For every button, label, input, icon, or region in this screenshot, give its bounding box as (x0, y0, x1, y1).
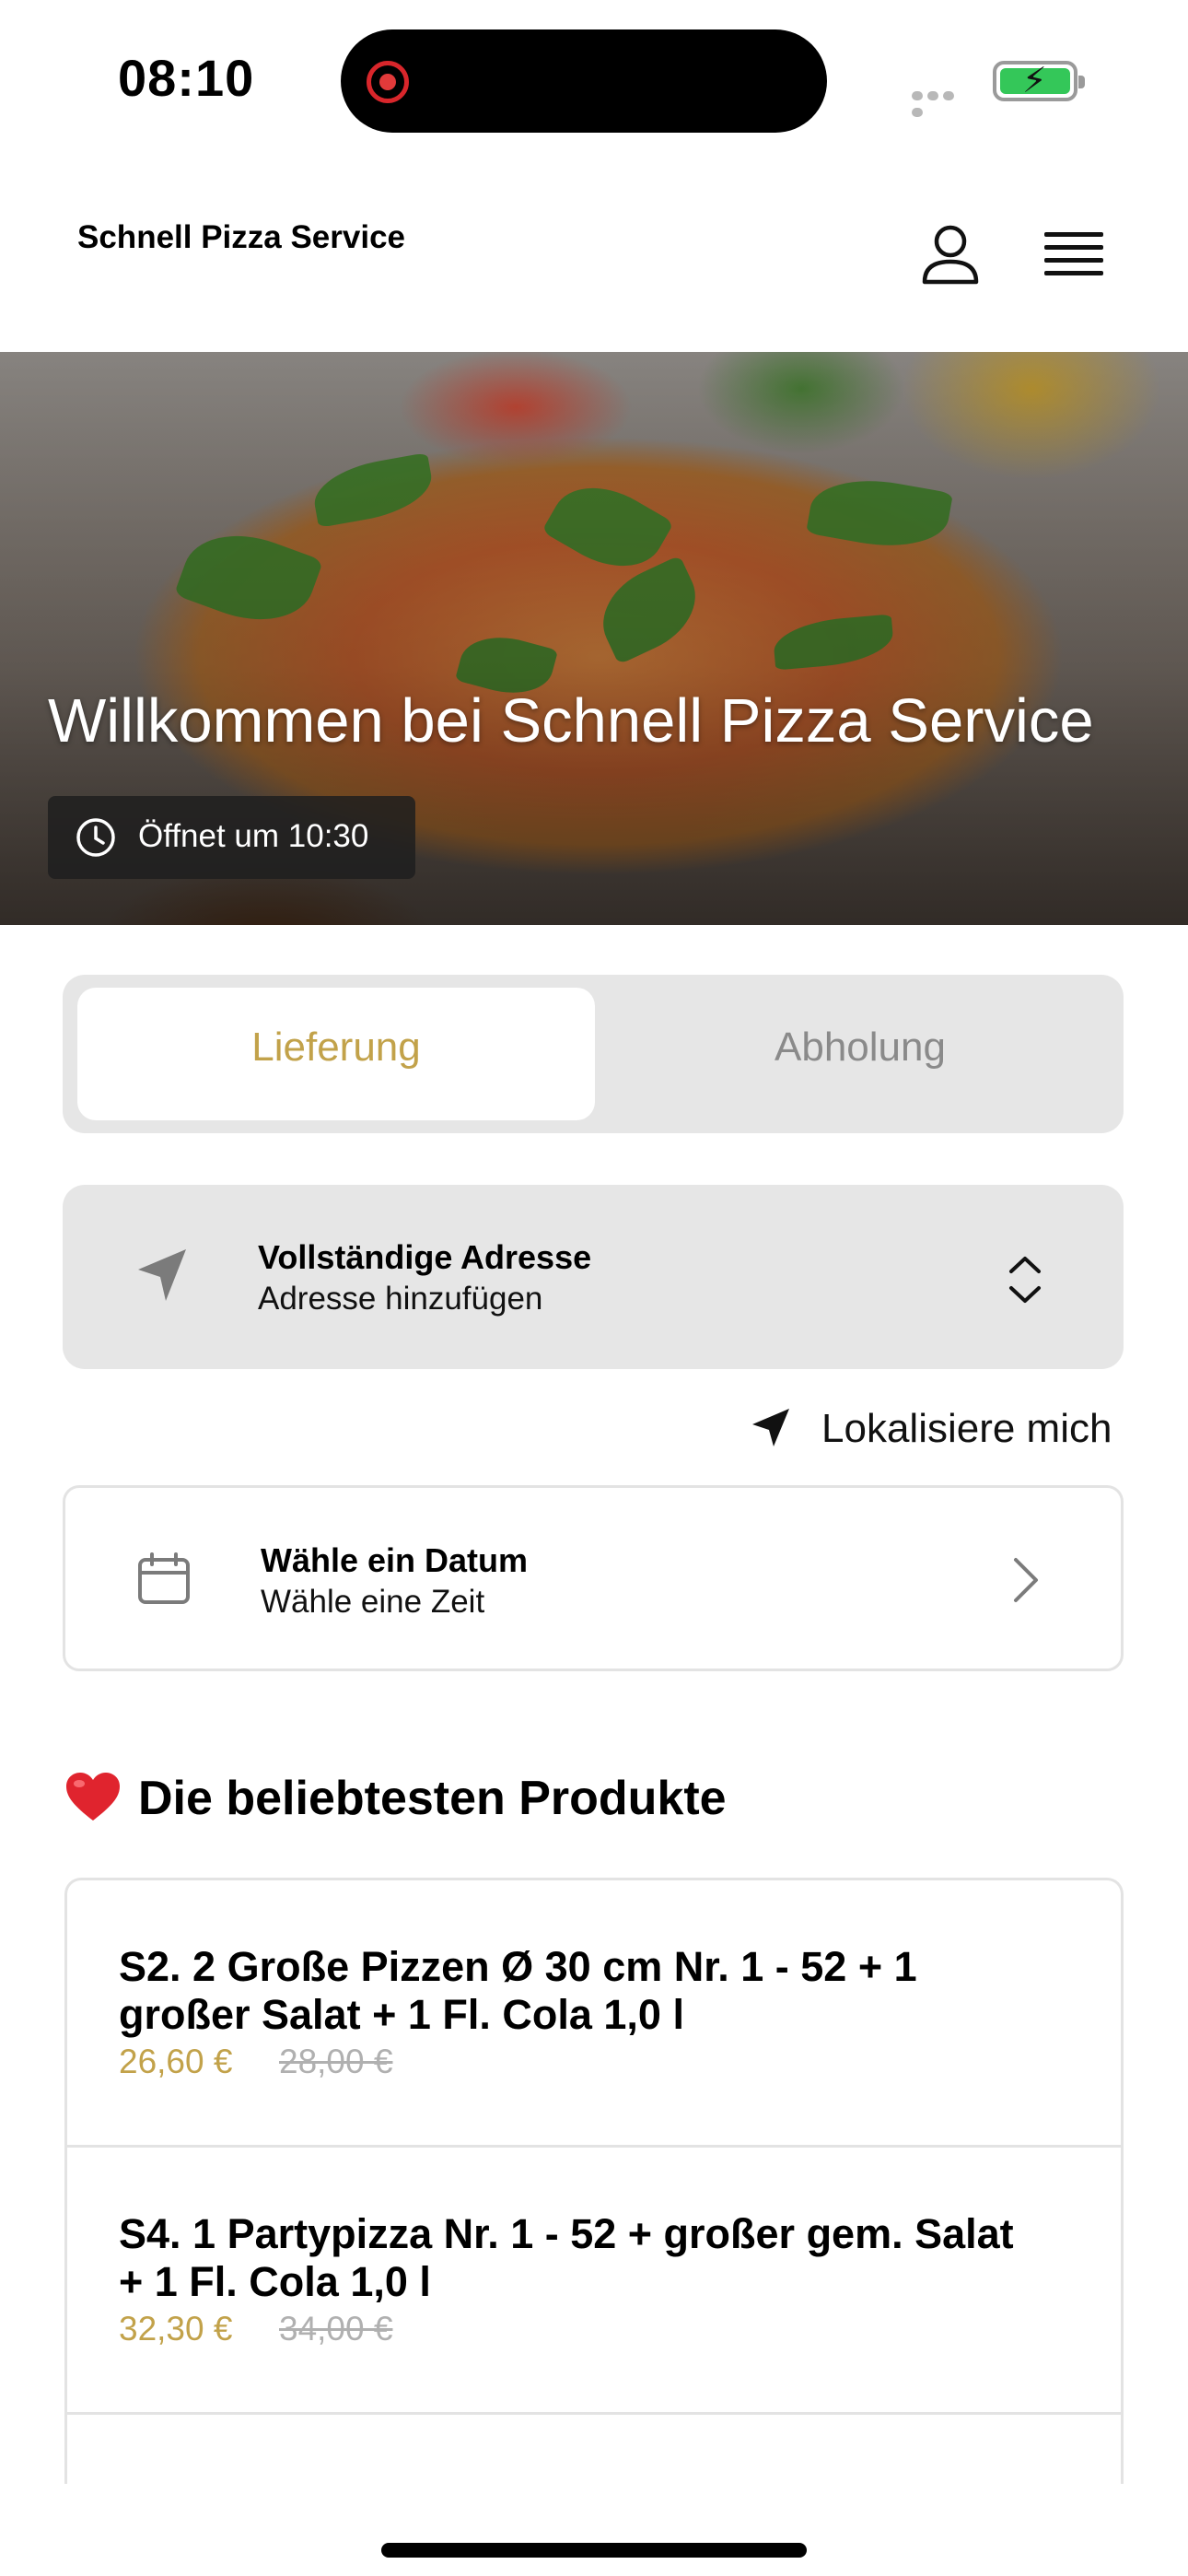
dynamic-island (341, 29, 827, 133)
chevron-up-down-icon (1009, 1257, 1041, 1303)
product-list: S2. 2 Große Pizzen Ø 30 cm Nr. 1 - 52 + … (64, 1878, 1124, 2486)
clock-icon (76, 818, 115, 857)
tab-delivery-label: Lieferung (251, 1025, 421, 1070)
location-arrow-icon (752, 1409, 789, 1446)
time-subtitle: Wähle eine Zeit (261, 1584, 485, 1620)
opening-hours-badge: Öffnet um 10:30 (48, 796, 415, 879)
signal-icon (912, 88, 973, 117)
app-header: Schnell Pizza Service (0, 157, 1188, 352)
date-time-selector[interactable]: Wähle ein Datum Wähle eine Zeit (63, 1485, 1124, 1671)
product-old-price: 28,00 € (279, 2043, 393, 2080)
product-price: 32,30 € (119, 2310, 233, 2348)
product-old-price: 34,00 € (279, 2310, 393, 2348)
tab-delivery[interactable]: Lieferung (77, 988, 595, 1120)
product-price: 26,60 € (119, 2043, 233, 2080)
bottom-safe-area (0, 2484, 1188, 2576)
product-card[interactable]: S2. 2 Große Pizzen Ø 30 cm Nr. 1 - 52 + … (67, 1880, 1121, 2148)
opening-hours-text: Öffnet um 10:30 (138, 818, 369, 854)
hero-banner: Willkommen bei Schnell Pizza Service Öff… (0, 352, 1188, 925)
popular-products-title: Die beliebtesten Produkte (138, 1772, 727, 1825)
profile-icon[interactable] (917, 221, 984, 287)
navigation-arrow-icon (138, 1249, 186, 1301)
address-selector[interactable]: Vollständige Adresse Adresse hinzufügen (63, 1185, 1124, 1369)
hero-title: Willkommen bei Schnell Pizza Service (48, 686, 1094, 755)
product-name: S2. 2 Große Pizzen Ø 30 cm Nr. 1 - 52 + … (119, 1943, 917, 2038)
order-mode-toggle: Lieferung Abholung (63, 975, 1124, 1133)
battery-icon: ⚡ (993, 61, 1085, 101)
brand-name[interactable]: Schnell Pizza Service (77, 219, 405, 256)
status-time: 08:10 (118, 49, 255, 107)
address-title: Vollständige Adresse (258, 1238, 592, 1276)
tab-pickup[interactable]: Abholung (597, 1025, 1124, 1071)
locate-me-label: Lokalisiere mich (821, 1406, 1112, 1451)
calendar-icon (138, 1552, 190, 1604)
home-indicator[interactable] (381, 2543, 807, 2558)
product-name: S4. 1 Partypizza Nr. 1 - 52 + großer gem… (119, 2210, 1014, 2305)
locate-me-button[interactable]: Lokalisiere mich (750, 1402, 1124, 1454)
chevron-right-icon (1014, 1558, 1038, 1602)
address-subtitle: Adresse hinzufügen (258, 1281, 543, 1317)
product-card-partial[interactable] (67, 2415, 1121, 2486)
record-icon (367, 61, 409, 103)
product-card[interactable]: S4. 1 Partypizza Nr. 1 - 52 + großer gem… (67, 2148, 1121, 2415)
status-bar: 08:10 ⚡ (0, 0, 1188, 157)
menu-icon[interactable] (1044, 232, 1103, 284)
date-title: Wähle ein Datum (261, 1541, 529, 1579)
heart-icon (66, 1773, 120, 1821)
